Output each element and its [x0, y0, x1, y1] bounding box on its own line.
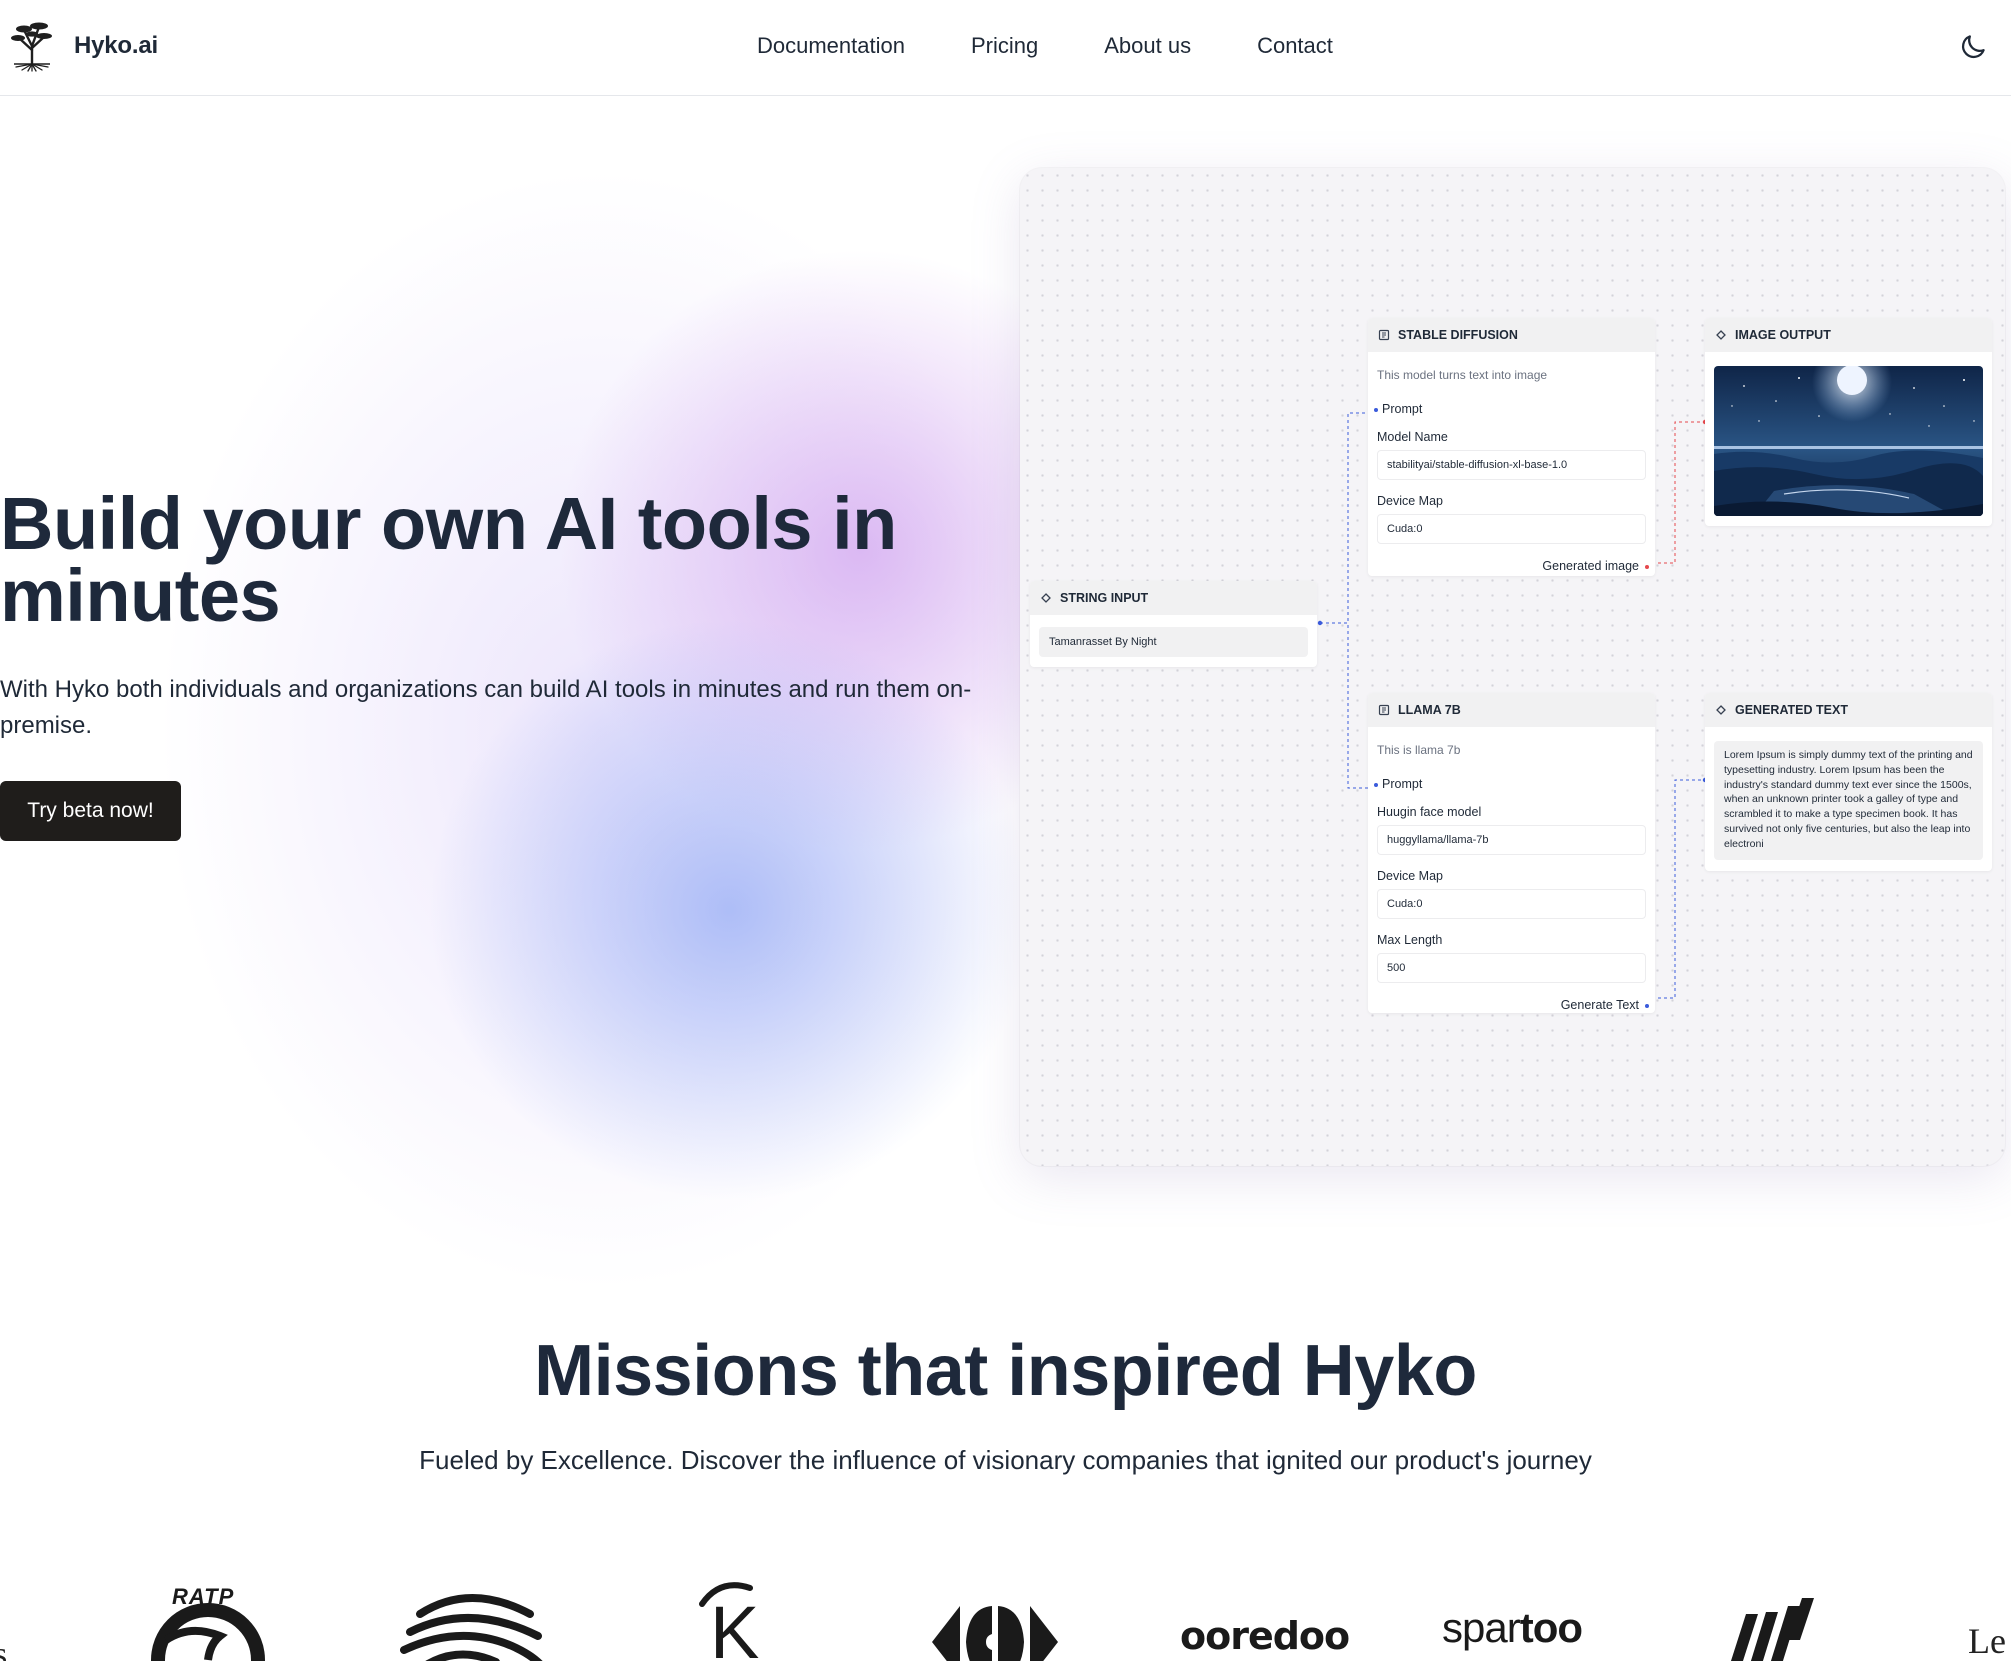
ooredoo-logo: ooredoo — [1180, 1614, 1350, 1658]
brand-name: Hyko.ai — [74, 32, 158, 59]
field-label: Huugin face model — [1377, 805, 1482, 819]
node-header: STABLE DIFFUSION — [1368, 318, 1655, 352]
nav-link-documentation[interactable]: Documentation — [757, 33, 905, 59]
port-dot — [1645, 1004, 1649, 1008]
input-node-icon — [1041, 593, 1051, 603]
prompt-input-port[interactable]: Prompt — [1368, 777, 1655, 791]
node-title: IMAGE OUTPUT — [1735, 328, 1831, 342]
port-dot — [1645, 565, 1649, 569]
node-header: GENERATED TEXT — [1705, 693, 1992, 727]
model-node-icon — [1378, 704, 1390, 716]
node-header: LLAMA 7B — [1368, 693, 1655, 727]
generated-text-node[interactable]: GENERATED TEXT Lorem Ipsum is simply dum… — [1705, 693, 1992, 871]
nav-link-about-us[interactable]: About us — [1104, 33, 1191, 59]
output-node-icon — [1716, 705, 1726, 715]
partner-logos-strip: s RATP K ooredoo spartoo Le — [0, 1570, 2011, 1661]
missions-title: Missions that inspired Hyko — [534, 1331, 1477, 1411]
k-logo: K — [699, 1582, 759, 1661]
missions-subtitle: Fueled by Excellence. Discover the influ… — [419, 1445, 1592, 1475]
port-dot — [1374, 408, 1378, 412]
generated-night-image — [1714, 366, 1983, 516]
carrefour-logo — [932, 1606, 1058, 1661]
spartoo-logo: spartoo — [1442, 1604, 1583, 1651]
image-output-node[interactable]: IMAGE OUTPUT — [1705, 318, 1992, 526]
moonlit-sea-image — [1714, 366, 1983, 516]
field-label: Device Map — [1377, 869, 1443, 883]
generated-image-output-port[interactable]: Generated image — [1368, 559, 1655, 573]
main-menu: Documentation Pricing About us Contact — [757, 33, 1333, 59]
node-title: LLAMA 7B — [1398, 703, 1461, 717]
model-node-icon — [1378, 329, 1390, 341]
huggingface-model-field[interactable]: huggyllama/llama-7b — [1377, 825, 1646, 855]
field-label: Max Length — [1377, 933, 1443, 947]
output-node-icon — [1716, 330, 1726, 340]
nav-link-pricing[interactable]: Pricing — [971, 33, 1038, 59]
node-description: This is llama 7b — [1377, 743, 1461, 757]
field-label: Model Name — [1377, 430, 1448, 444]
model-name-field[interactable]: stabilityai/stable-diffusion-xl-base-1.0 — [1377, 450, 1646, 480]
generated-text-output: Lorem Ipsum is simply dummy text of the … — [1714, 741, 1983, 860]
string-input-node[interactable]: STRING INPUT Tamanrasset By Night — [1030, 581, 1317, 667]
try-beta-button[interactable]: Try beta now! — [0, 781, 181, 841]
node-description: This model turns text into image — [1377, 368, 1548, 382]
port-dot — [1374, 783, 1378, 787]
stripes-logo — [1730, 1598, 1814, 1661]
node-header: IMAGE OUTPUT — [1705, 318, 1992, 352]
nav-link-contact[interactable]: Contact — [1257, 33, 1333, 59]
prompt-input-port[interactable]: Prompt — [1368, 402, 1655, 416]
string-input-field[interactable]: Tamanrasset By Night — [1039, 627, 1308, 657]
max-length-field[interactable]: 500 — [1377, 953, 1646, 983]
llama-7b-node[interactable]: LLAMA 7B This is llama 7b Prompt Huugin … — [1368, 693, 1655, 1013]
ratp-logo: RATP — [150, 1584, 270, 1661]
hero-subtitle: With Hyko both individuals and organizat… — [0, 676, 972, 739]
brand[interactable]: Hyko.ai — [8, 20, 158, 72]
tree-logo-icon — [11, 22, 52, 72]
wire-string-to-sd — [1320, 412, 1375, 624]
moon-icon[interactable] — [1958, 32, 1988, 62]
workflow-canvas[interactable]: STRING INPUT Tamanrasset By Night STABLE… — [1020, 168, 2005, 1166]
node-title: STRING INPUT — [1060, 591, 1149, 605]
top-navbar: Hyko.ai Documentation Pricing About us C… — [0, 0, 2011, 96]
stable-diffusion-node[interactable]: STABLE DIFFUSION This model turns text i… — [1368, 318, 1655, 576]
wire-string-to-llama — [1320, 622, 1375, 789]
hero-title: Build your own AI tools in minutes — [0, 482, 897, 637]
field-label: Device Map — [1377, 494, 1443, 508]
wave-logo — [400, 1594, 543, 1661]
node-title: GENERATED TEXT — [1735, 703, 1848, 717]
partial-logo-left: s — [0, 1636, 8, 1661]
partial-logo-right: Le — [1968, 1621, 2006, 1661]
device-map-field[interactable]: Cuda:0 — [1377, 889, 1646, 919]
generate-text-output-port[interactable]: Generate Text — [1368, 998, 1655, 1012]
svg-text:K: K — [710, 1591, 759, 1661]
node-header: STRING INPUT — [1030, 581, 1317, 615]
node-title: STABLE DIFFUSION — [1398, 328, 1518, 342]
device-map-field[interactable]: Cuda:0 — [1377, 514, 1646, 544]
